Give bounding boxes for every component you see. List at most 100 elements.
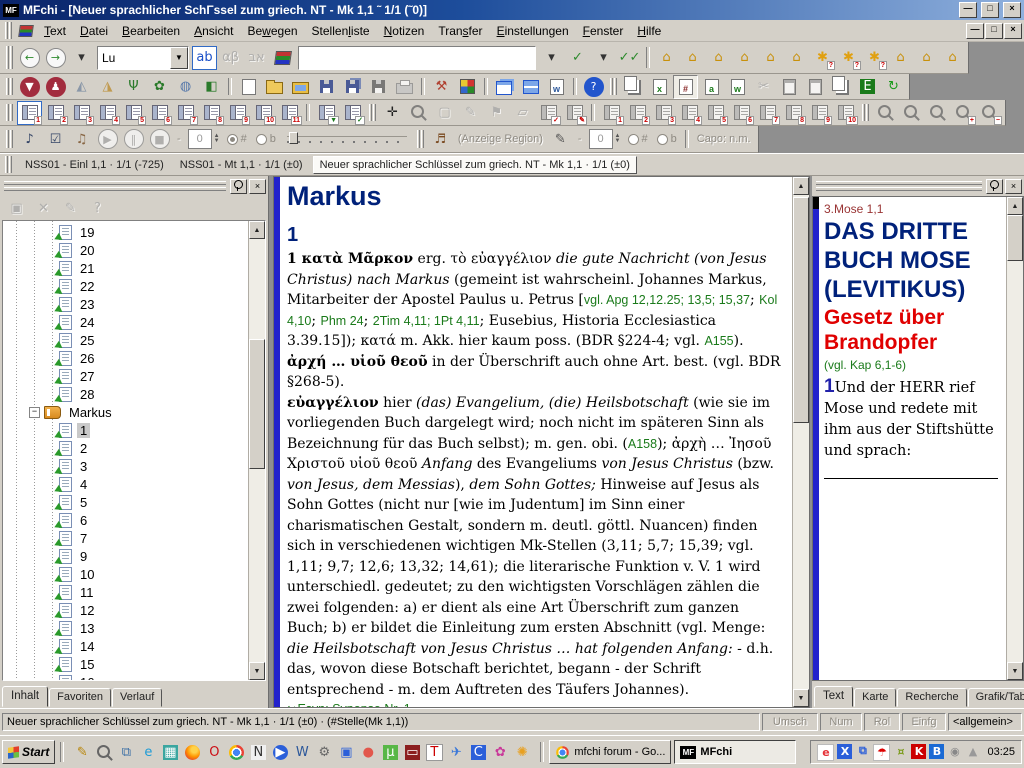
folder-button[interactable]: [288, 75, 313, 99]
sidebar-grip[interactable]: [2, 181, 228, 191]
song-list-button[interactable]: ♪: [17, 127, 42, 151]
tree-item-11[interactable]: 11: [3, 583, 248, 601]
help-button[interactable]: ?: [581, 75, 606, 99]
capo-flat-radio[interactable]: b: [657, 133, 677, 145]
home-6-button[interactable]: ⌂: [784, 46, 809, 70]
tree-item-20[interactable]: 20: [3, 241, 248, 259]
open-button[interactable]: [262, 75, 287, 99]
copy-button[interactable]: [621, 75, 646, 99]
search-icon[interactable]: [94, 742, 114, 762]
home-4-button[interactable]: ⌂: [732, 46, 757, 70]
toolbar-grip[interactable]: [862, 104, 869, 122]
export-table-button[interactable]: #: [673, 75, 698, 99]
menu-text[interactable]: Text: [37, 22, 73, 40]
layout-apply-button[interactable]: ▼: [314, 101, 339, 125]
menu-hilfe[interactable]: Hilfe: [630, 22, 668, 40]
tree-item-13[interactable]: 13: [3, 619, 248, 637]
tree-item-27[interactable]: 27: [3, 367, 248, 385]
scroll-up-icon[interactable]: ▲: [249, 221, 265, 239]
toolbar-grip[interactable]: [6, 130, 13, 149]
presentation-icon[interactable]: ▭: [402, 742, 422, 762]
go-button[interactable]: ✓: [565, 46, 590, 70]
tree-item-25[interactable]: 25: [3, 331, 248, 349]
write-region-button[interactable]: ✎: [548, 127, 573, 151]
bible-panel-pin-button[interactable]: [986, 179, 1003, 194]
tree-scroll-thumb[interactable]: [249, 339, 265, 469]
tree-item-24[interactable]: 24: [3, 313, 248, 331]
tree-item-7[interactable]: 7: [3, 529, 248, 547]
flat-radio[interactable]: b: [256, 133, 276, 145]
tree-item-10[interactable]: 10: [3, 565, 248, 583]
export-excel-button[interactable]: x: [647, 75, 672, 99]
nav-back-button[interactable]: ←: [17, 46, 42, 70]
volume-tray-icon[interactable]: ◉: [947, 744, 962, 759]
main-scroll-thumb[interactable]: [793, 197, 809, 423]
options-grid-button[interactable]: [455, 75, 480, 99]
xear-tray-icon[interactable]: X: [837, 744, 852, 759]
verse-order-button[interactable]: ☑: [43, 127, 68, 151]
toolbar-grip[interactable]: [6, 78, 13, 96]
layout-5-button[interactable]: 5: [121, 101, 146, 125]
chevron-down-icon[interactable]: ▼: [170, 47, 188, 69]
maximize-button[interactable]: □: [981, 2, 999, 18]
home-9-button[interactable]: ⌂: [940, 46, 965, 70]
cascade-windows-button[interactable]: [492, 75, 517, 99]
menu-einstellungen[interactable]: Einstellungen: [490, 22, 576, 40]
tree-item-12[interactable]: 12: [3, 601, 248, 619]
transpose-spinner[interactable]: 0▲▼: [188, 129, 220, 149]
mdi-minimize-button[interactable]: —: [966, 23, 984, 39]
flower-icon[interactable]: ✿: [490, 742, 510, 762]
mdi-close-button[interactable]: ×: [1004, 23, 1022, 39]
menu-grip[interactable]: [5, 22, 12, 38]
menu-stellenliste[interactable]: Stellenliste: [305, 22, 377, 40]
menu-notizen[interactable]: Notizen: [377, 22, 432, 40]
layout-1-button[interactable]: 1: [17, 101, 42, 125]
tempo-slider[interactable]: [287, 132, 407, 146]
image-next-button[interactable]: ◮: [95, 75, 120, 99]
tree-item-markus[interactable]: −Markus: [3, 403, 248, 421]
menu-transfer[interactable]: Transfer: [431, 22, 489, 40]
home-3-button[interactable]: ⌂: [706, 46, 731, 70]
new-document-button[interactable]: [236, 75, 261, 99]
tab-favoriten[interactable]: Favoriten: [49, 688, 111, 707]
scroll-down-icon[interactable]: ▼: [1007, 662, 1023, 680]
bible-panel-close-button[interactable]: ×: [1005, 179, 1022, 194]
layout-7-button[interactable]: 7: [173, 101, 198, 125]
ie-icon[interactable]: e: [138, 742, 158, 762]
toolbar-grip[interactable]: [369, 104, 376, 122]
refresh-button[interactable]: ↻: [881, 75, 906, 99]
network-tray-icon[interactable]: ⧉: [855, 744, 870, 759]
document-tab[interactable]: Neuer sprachlicher Schlüssel zum griech.…: [313, 156, 637, 174]
text-tool-icon[interactable]: T: [424, 742, 444, 762]
bluetooth-tray-icon[interactable]: B: [929, 744, 944, 759]
tree-item-21[interactable]: 21: [3, 259, 248, 277]
scroll-down-icon[interactable]: ▼: [793, 689, 809, 707]
user-button[interactable]: ♟: [43, 75, 68, 99]
tab-inhalt[interactable]: Inhalt: [2, 686, 48, 707]
onenote-icon[interactable]: N: [248, 742, 268, 762]
bible-scroll-thumb[interactable]: [1007, 215, 1023, 261]
export-word-button[interactable]: w: [725, 75, 750, 99]
menu-datei[interactable]: Datei: [73, 22, 115, 40]
home-1-button[interactable]: ⌂: [654, 46, 679, 70]
toolbar-grip[interactable]: [417, 130, 424, 149]
layout-confirm-button[interactable]: ✓: [340, 101, 365, 125]
menu-bearbeiten[interactable]: Bearbeiten: [115, 22, 187, 40]
tree-item-3[interactable]: 3: [3, 457, 248, 475]
tree-item-4[interactable]: 4: [3, 475, 248, 493]
firefox-icon[interactable]: [182, 742, 202, 762]
archive-button[interactable]: ◍: [173, 75, 198, 99]
home-query-1-button[interactable]: ✱?: [810, 46, 835, 70]
window-stack-icon[interactable]: ▣: [336, 742, 356, 762]
tree-item-15[interactable]: 15: [3, 655, 248, 673]
kaspersky-tray-icon[interactable]: K: [911, 744, 926, 759]
reference-input[interactable]: [298, 46, 536, 70]
taskbar-clock[interactable]: 03:25: [983, 746, 1015, 758]
go-all-button[interactable]: ✓✓: [617, 46, 642, 70]
usb-tray-icon[interactable]: ¤: [893, 744, 908, 759]
go-options-dropdown[interactable]: ▾: [591, 46, 616, 70]
media-player-icon[interactable]: ▶: [270, 742, 290, 762]
tree-item-6[interactable]: 6: [3, 511, 248, 529]
tree-item-22[interactable]: 22: [3, 277, 248, 295]
menu-ansicht[interactable]: Ansicht: [187, 22, 240, 40]
